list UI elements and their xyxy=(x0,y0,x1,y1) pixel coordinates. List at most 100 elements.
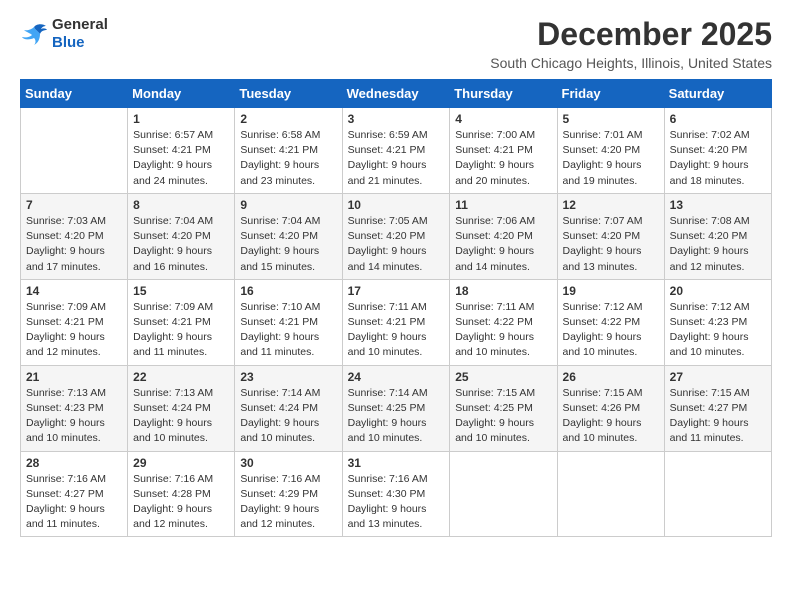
calendar-cell: 7 Sunrise: 7:03 AM Sunset: 4:20 PM Daylig… xyxy=(21,193,128,279)
day-number: 3 xyxy=(348,112,445,126)
day-number: 9 xyxy=(240,198,336,212)
day-info: Sunrise: 7:15 AM Sunset: 4:26 PM Dayligh… xyxy=(563,386,659,447)
day-number: 15 xyxy=(133,284,229,298)
day-info: Sunrise: 7:01 AM Sunset: 4:20 PM Dayligh… xyxy=(563,128,659,189)
calendar-cell: 28 Sunrise: 7:16 AM Sunset: 4:27 PM Dayli… xyxy=(21,451,128,537)
day-info: Sunrise: 7:10 AM Sunset: 4:21 PM Dayligh… xyxy=(240,300,336,361)
title-section: December 2025 South Chicago Heights, Ill… xyxy=(490,16,772,71)
day-number: 24 xyxy=(348,370,445,384)
day-info: Sunrise: 7:08 AM Sunset: 4:20 PM Dayligh… xyxy=(670,214,766,275)
day-info: Sunrise: 7:15 AM Sunset: 4:27 PM Dayligh… xyxy=(670,386,766,447)
day-number: 29 xyxy=(133,456,229,470)
calendar-cell: 12 Sunrise: 7:07 AM Sunset: 4:20 PM Dayli… xyxy=(557,193,664,279)
day-number: 22 xyxy=(133,370,229,384)
day-info: Sunrise: 7:11 AM Sunset: 4:22 PM Dayligh… xyxy=(455,300,551,361)
page-header: General Blue December 2025 South Chicago… xyxy=(20,16,772,71)
calendar-cell: 9 Sunrise: 7:04 AM Sunset: 4:20 PM Daylig… xyxy=(235,193,342,279)
calendar-cell: 29 Sunrise: 7:16 AM Sunset: 4:28 PM Dayli… xyxy=(128,451,235,537)
day-info: Sunrise: 7:12 AM Sunset: 4:23 PM Dayligh… xyxy=(670,300,766,361)
weekday-header-wednesday: Wednesday xyxy=(342,80,450,108)
calendar-week-5: 28 Sunrise: 7:16 AM Sunset: 4:27 PM Dayli… xyxy=(21,451,772,537)
calendar-cell: 30Sunrise: 7:16 AM Sunset: 4:29 PM Dayli… xyxy=(235,451,342,537)
day-number: 7 xyxy=(26,198,122,212)
weekday-header-friday: Friday xyxy=(557,80,664,108)
day-number: 2 xyxy=(240,112,336,126)
calendar-week-1: 1Sunrise: 6:57 AM Sunset: 4:21 PM Daylig… xyxy=(21,108,772,194)
day-number: 12 xyxy=(563,198,659,212)
day-info: Sunrise: 7:13 AM Sunset: 4:24 PM Dayligh… xyxy=(133,386,229,447)
day-number: 25 xyxy=(455,370,551,384)
day-info: Sunrise: 7:16 AM Sunset: 4:27 PM Dayligh… xyxy=(26,472,122,533)
logo-bird-icon xyxy=(20,23,48,45)
day-info: Sunrise: 7:11 AM Sunset: 4:21 PM Dayligh… xyxy=(348,300,445,361)
calendar-cell: 14Sunrise: 7:09 AM Sunset: 4:21 PM Dayli… xyxy=(21,279,128,365)
calendar-cell: 27 Sunrise: 7:15 AM Sunset: 4:27 PM Dayli… xyxy=(664,365,771,451)
calendar-cell: 15 Sunrise: 7:09 AM Sunset: 4:21 PM Dayli… xyxy=(128,279,235,365)
day-info: Sunrise: 7:14 AM Sunset: 4:25 PM Dayligh… xyxy=(348,386,445,447)
calendar-cell: 3 Sunrise: 6:59 AM Sunset: 4:21 PM Daylig… xyxy=(342,108,450,194)
day-number: 27 xyxy=(670,370,766,384)
day-number: 17 xyxy=(348,284,445,298)
day-number: 31 xyxy=(348,456,445,470)
calendar-cell: 13 Sunrise: 7:08 AM Sunset: 4:20 PM Dayli… xyxy=(664,193,771,279)
calendar-week-2: 7 Sunrise: 7:03 AM Sunset: 4:20 PM Daylig… xyxy=(21,193,772,279)
calendar-cell: 4 Sunrise: 7:00 AM Sunset: 4:21 PM Daylig… xyxy=(450,108,557,194)
logo: General Blue xyxy=(20,16,108,52)
weekday-header-sunday: Sunday xyxy=(21,80,128,108)
day-info: Sunrise: 7:09 AM Sunset: 4:21 PM Dayligh… xyxy=(133,300,229,361)
day-number: 28 xyxy=(26,456,122,470)
weekday-header-thursday: Thursday xyxy=(450,80,557,108)
day-number: 23 xyxy=(240,370,336,384)
calendar-cell: 8Sunrise: 7:04 AM Sunset: 4:20 PM Daylig… xyxy=(128,193,235,279)
calendar-week-4: 21 Sunrise: 7:13 AM Sunset: 4:23 PM Dayli… xyxy=(21,365,772,451)
calendar-body: 1Sunrise: 6:57 AM Sunset: 4:21 PM Daylig… xyxy=(21,108,772,537)
day-number: 11 xyxy=(455,198,551,212)
calendar-cell: 18 Sunrise: 7:11 AM Sunset: 4:22 PM Dayli… xyxy=(450,279,557,365)
day-number: 21 xyxy=(26,370,122,384)
day-number: 18 xyxy=(455,284,551,298)
day-number: 4 xyxy=(455,112,551,126)
day-info: Sunrise: 7:15 AM Sunset: 4:25 PM Dayligh… xyxy=(455,386,551,447)
day-info: Sunrise: 7:04 AM Sunset: 4:20 PM Dayligh… xyxy=(133,214,229,275)
day-info: Sunrise: 7:06 AM Sunset: 4:20 PM Dayligh… xyxy=(455,214,551,275)
day-info: Sunrise: 7:07 AM Sunset: 4:20 PM Dayligh… xyxy=(563,214,659,275)
calendar-cell: 5 Sunrise: 7:01 AM Sunset: 4:20 PM Daylig… xyxy=(557,108,664,194)
weekday-header-saturday: Saturday xyxy=(664,80,771,108)
day-number: 30 xyxy=(240,456,336,470)
calendar-cell: 21 Sunrise: 7:13 AM Sunset: 4:23 PM Dayli… xyxy=(21,365,128,451)
day-info: Sunrise: 6:59 AM Sunset: 4:21 PM Dayligh… xyxy=(348,128,445,189)
day-info: Sunrise: 7:16 AM Sunset: 4:30 PM Dayligh… xyxy=(348,472,445,533)
day-info: Sunrise: 7:02 AM Sunset: 4:20 PM Dayligh… xyxy=(670,128,766,189)
day-number: 19 xyxy=(563,284,659,298)
day-number: 20 xyxy=(670,284,766,298)
weekday-header-row: SundayMondayTuesdayWednesdayThursdayFrid… xyxy=(21,80,772,108)
calendar-cell: 25 Sunrise: 7:15 AM Sunset: 4:25 PM Dayli… xyxy=(450,365,557,451)
day-number: 5 xyxy=(563,112,659,126)
calendar-cell: 31 Sunrise: 7:16 AM Sunset: 4:30 PM Dayli… xyxy=(342,451,450,537)
day-info: Sunrise: 6:57 AM Sunset: 4:21 PM Dayligh… xyxy=(133,128,229,189)
day-info: Sunrise: 7:13 AM Sunset: 4:23 PM Dayligh… xyxy=(26,386,122,447)
day-number: 16 xyxy=(240,284,336,298)
calendar-cell xyxy=(450,451,557,537)
calendar-table: SundayMondayTuesdayWednesdayThursdayFrid… xyxy=(20,79,772,537)
month-title: December 2025 xyxy=(490,16,772,53)
calendar-cell: 19Sunrise: 7:12 AM Sunset: 4:22 PM Dayli… xyxy=(557,279,664,365)
day-info: Sunrise: 7:04 AM Sunset: 4:20 PM Dayligh… xyxy=(240,214,336,275)
day-info: Sunrise: 7:00 AM Sunset: 4:21 PM Dayligh… xyxy=(455,128,551,189)
day-info: Sunrise: 7:16 AM Sunset: 4:28 PM Dayligh… xyxy=(133,472,229,533)
calendar-cell: 20 Sunrise: 7:12 AM Sunset: 4:23 PM Dayli… xyxy=(664,279,771,365)
calendar-cell: 1Sunrise: 6:57 AM Sunset: 4:21 PM Daylig… xyxy=(128,108,235,194)
location-title: South Chicago Heights, Illinois, United … xyxy=(490,55,772,71)
calendar-cell: 23Sunrise: 7:14 AM Sunset: 4:24 PM Dayli… xyxy=(235,365,342,451)
weekday-header-tuesday: Tuesday xyxy=(235,80,342,108)
calendar-header: SundayMondayTuesdayWednesdayThursdayFrid… xyxy=(21,80,772,108)
calendar-cell xyxy=(664,451,771,537)
calendar-week-3: 14Sunrise: 7:09 AM Sunset: 4:21 PM Dayli… xyxy=(21,279,772,365)
day-number: 13 xyxy=(670,198,766,212)
calendar-cell: 24 Sunrise: 7:14 AM Sunset: 4:25 PM Dayli… xyxy=(342,365,450,451)
calendar-cell: 11 Sunrise: 7:06 AM Sunset: 4:20 PM Dayli… xyxy=(450,193,557,279)
day-info: Sunrise: 7:03 AM Sunset: 4:20 PM Dayligh… xyxy=(26,214,122,275)
logo-general: General xyxy=(52,16,108,33)
calendar-cell: 22 Sunrise: 7:13 AM Sunset: 4:24 PM Dayli… xyxy=(128,365,235,451)
calendar-cell: 10Sunrise: 7:05 AM Sunset: 4:20 PM Dayli… xyxy=(342,193,450,279)
